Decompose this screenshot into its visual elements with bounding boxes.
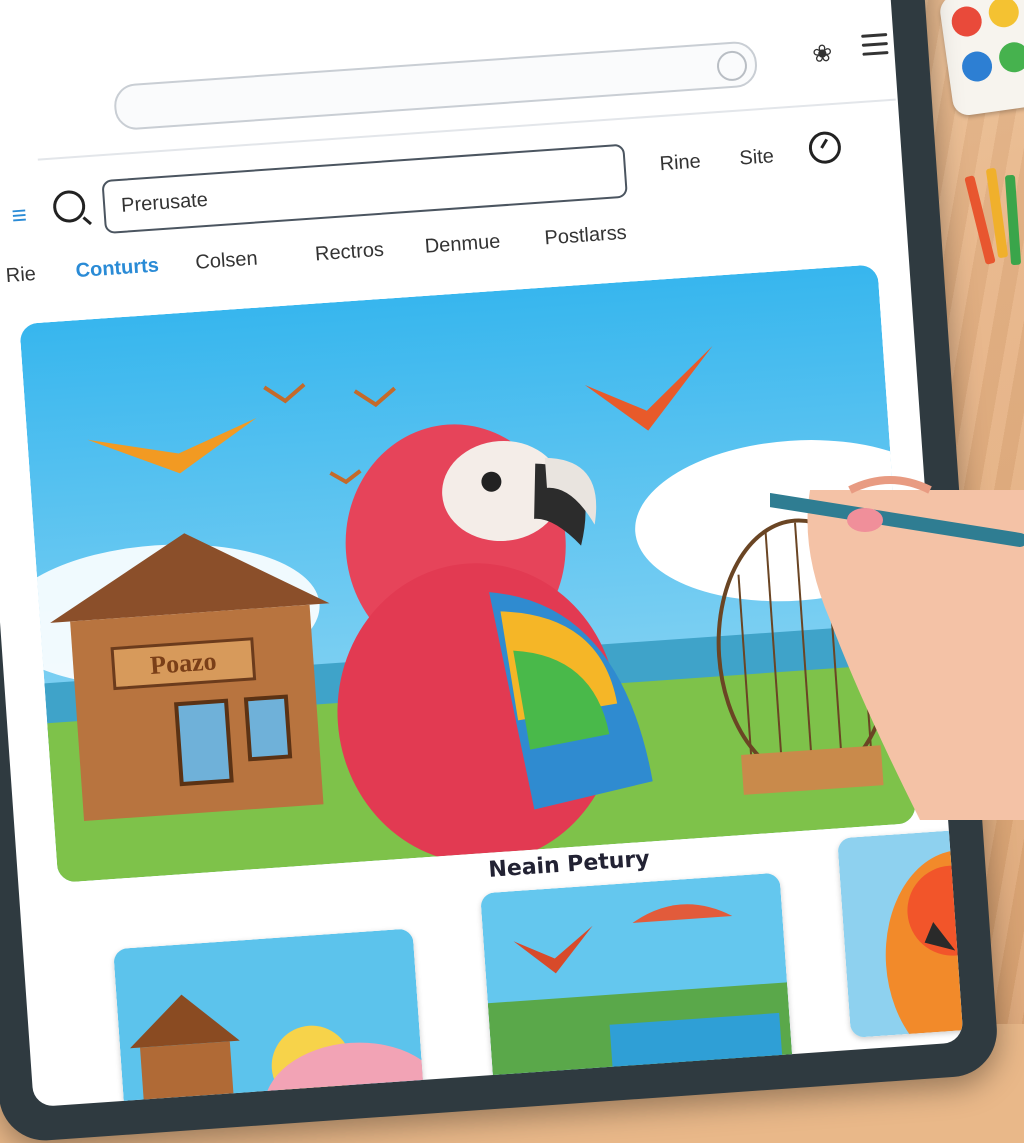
hamburger-icon[interactable] (861, 33, 889, 57)
nav-item-rine[interactable]: Rine (659, 150, 702, 176)
logo-icon: ≡ (10, 199, 28, 231)
fish-icon[interactable]: ❀ (811, 39, 833, 69)
house-sign: Poazo (149, 646, 217, 680)
nav-item-postlarss[interactable]: Postlarss (544, 222, 628, 251)
address-bar[interactable] (112, 40, 759, 132)
nav-item-site[interactable]: Site (739, 145, 775, 170)
thumbnail-card[interactable] (837, 821, 964, 1038)
search-icon[interactable] (52, 189, 87, 224)
tab-colsen[interactable]: Colsen (195, 248, 259, 275)
tab-conturts[interactable]: Conturts (75, 254, 160, 283)
thumbnail-card[interactable] (113, 928, 427, 1108)
tab-denmue[interactable]: Denmue (424, 231, 501, 259)
hand-with-stylus (763, 400, 1024, 820)
thumbnail-card[interactable] (480, 872, 794, 1094)
search-input[interactable]: Prerusate (101, 143, 628, 235)
tab-rectros[interactable]: Rectros (314, 239, 384, 267)
tab-rie[interactable]: Rie (5, 263, 37, 288)
hero-caption: Neain Petury (487, 846, 651, 883)
search-placeholder: Prerusate (120, 188, 209, 217)
reload-icon[interactable] (715, 49, 748, 82)
compass-icon[interactable] (807, 130, 842, 165)
